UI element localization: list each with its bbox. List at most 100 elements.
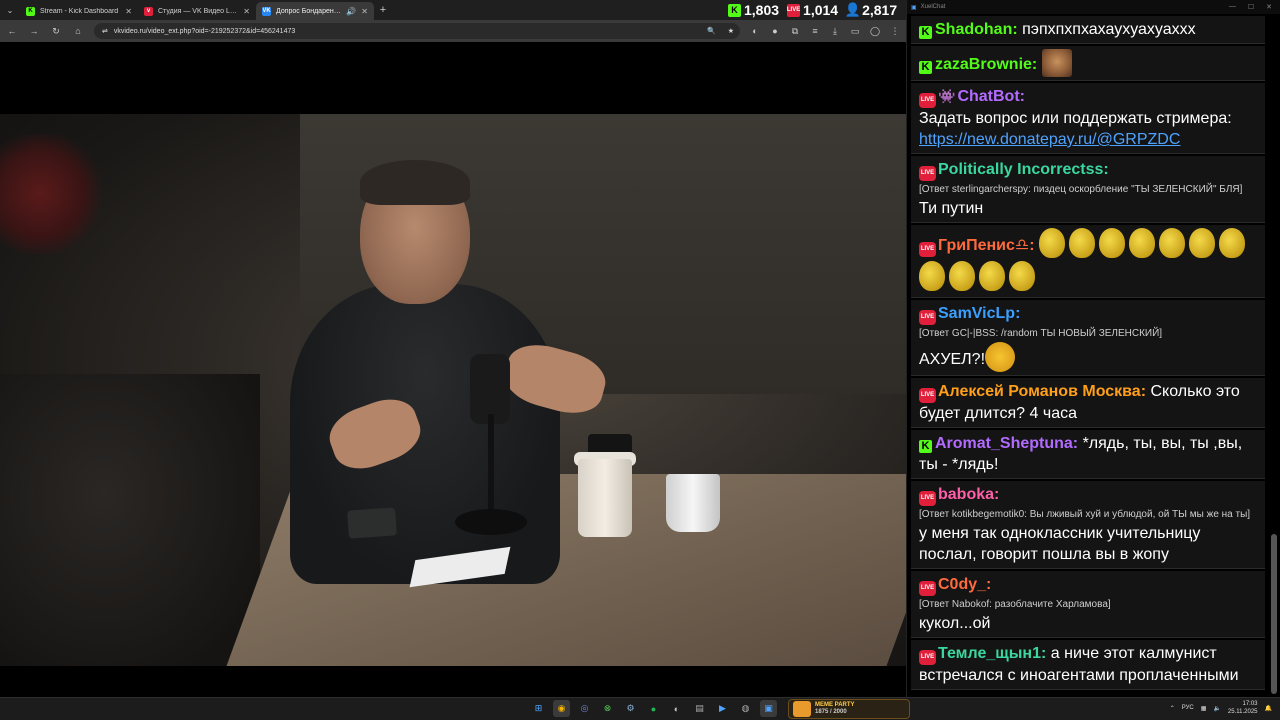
bookmark-star-icon[interactable]: ★ <box>728 27 734 35</box>
close-tab-icon[interactable]: ✕ <box>243 7 250 16</box>
chat-username[interactable]: baboka <box>938 486 994 503</box>
meme-party-widget[interactable]: MEME PARTY 1875 / 2000 <box>788 699 910 719</box>
vk-live-icon: LIVE <box>787 3 800 17</box>
app-icon[interactable]: ◍ <box>737 700 754 717</box>
chat-username[interactable]: Shadohan <box>935 21 1012 38</box>
chat-scrollbar[interactable] <box>1270 14 1278 697</box>
back-icon[interactable]: ← <box>6 26 18 36</box>
scene-mic-stand <box>488 414 494 524</box>
url-field[interactable]: ⇌ vkvideo.ru/video_ext.php?oid=-21925237… <box>94 23 740 39</box>
video-frame[interactable] <box>0 114 906 666</box>
vk-favicon-icon: VK <box>262 6 271 16</box>
extension-icon[interactable]: ◐ <box>750 26 760 36</box>
chat-text: Ти путин <box>919 200 984 217</box>
person-hair <box>360 160 470 205</box>
video-player[interactable] <box>0 42 906 697</box>
discord-icon[interactable]: ◎ <box>576 700 593 717</box>
spotify-icon[interactable]: ● <box>645 700 662 717</box>
zoom-icon[interactable]: 🔍 <box>707 27 716 35</box>
vk-live-badge-icon: LIVE <box>919 581 936 596</box>
chat-message: K Aromat_Sheptuna: *лядь, ты, вы, ты ,вы,… <box>911 430 1265 479</box>
clock-time: 17:03 <box>1242 701 1258 707</box>
vk-viewers-value: 1,014 <box>803 2 839 18</box>
language-indicator[interactable]: РУС <box>1182 705 1194 711</box>
puzzle-extensions-icon[interactable]: ⧉ <box>790 26 800 37</box>
chat-username[interactable]: Алексей Романов Москва <box>938 383 1141 400</box>
chat-username[interactable]: zazaBrownie <box>935 56 1032 73</box>
chat-messages[interactable]: K Shadohan: пэпхпхпхахаухуахуахxx KzazaBr… <box>907 14 1269 697</box>
scene-person <box>290 160 612 584</box>
close-tab-icon[interactable]: ✕ <box>361 7 368 16</box>
vk-live-badge-icon: LIVE <box>919 242 936 257</box>
kick-badge-icon: K <box>919 440 932 453</box>
meme-party-progress: 1875 / 2000 <box>815 709 847 715</box>
chat-message: LIVE SamVicLp: [Ответ GC|-|BSS: /random Т… <box>911 300 1265 376</box>
tab-search-icon[interactable]: ⌄ <box>0 0 20 20</box>
donate-link[interactable]: https://new.donatepay.ru/@GRPZDC <box>919 131 1180 148</box>
reload-icon[interactable]: ↻ <box>50 26 62 37</box>
adblock-icon[interactable]: ● <box>770 26 780 36</box>
network-icon[interactable]: ▦ <box>1201 705 1207 712</box>
obs-icon[interactable]: ◐ <box>668 700 685 717</box>
new-tab-button[interactable]: + <box>374 4 392 16</box>
close-icon[interactable]: ✕ <box>1266 3 1272 11</box>
tab-kick-dashboard[interactable]: K Stream - Kick Dashboard ✕ <box>20 2 138 20</box>
maximize-icon[interactable]: ☐ <box>1248 3 1254 11</box>
chat-app-icon: ▣ <box>911 4 917 11</box>
emote-egg-icon <box>1099 228 1125 258</box>
reply-quote: [Ответ GC|-|BSS: /random ТЫ НОВЫЙ ЗЕЛЕНС… <box>919 328 1163 339</box>
chat-message: K Shadohan: пэпхпхпхахаухуахуахxx <box>911 16 1265 44</box>
close-tab-icon[interactable]: ✕ <box>125 7 132 16</box>
chat-titlebar: ▣ XuelChat — ☐ ✕ <box>907 0 1280 14</box>
emote-egg-icon <box>1069 228 1095 258</box>
chat-username[interactable]: C0dy_ <box>938 576 986 593</box>
chat-scrollbar-thumb[interactable] <box>1271 534 1277 694</box>
app-icon[interactable]: ▤ <box>691 700 708 717</box>
chat-app-taskbar-icon[interactable]: ▣ <box>760 700 777 717</box>
kick-viewer-count: K 1,803 <box>728 2 779 18</box>
chat-message: LIVE Алексей Романов Москва: Сколько это … <box>911 378 1265 428</box>
taskbar: ⊞ ◉ ◎ ⊗ ⚙ ● ◐ ▤ ▶ ◍ ▣ MEME PARTY 1875 / … <box>0 697 1280 720</box>
minimize-icon[interactable]: — <box>1229 3 1236 11</box>
tab-vk-video[interactable]: VK Допрос Бондаренко нарк 🔊 ✕ <box>256 2 374 20</box>
chat-username[interactable]: ChatBot <box>957 88 1019 105</box>
clock[interactable]: 17:03 25.11.2025 <box>1228 700 1258 716</box>
emote-egg-icon <box>1219 228 1245 258</box>
system-tray: ⌃ РУС ▦ 🔈 17:03 25.11.2025 🔔 <box>1170 700 1272 716</box>
vk-live-badge-icon: LIVE <box>919 310 936 325</box>
start-icon[interactable]: ⊞ <box>530 700 547 717</box>
sidepanel-icon[interactable]: ▭ <box>850 26 860 37</box>
forward-icon[interactable]: → <box>28 26 40 36</box>
chat-username[interactable]: SamVicLp <box>938 305 1015 322</box>
chat-username[interactable]: Темле_щын1 <box>938 645 1041 662</box>
reply-quote: [Ответ sterlingarchersру: пиздец оскорбл… <box>919 184 1243 195</box>
home-icon[interactable]: ⌂ <box>72 26 84 36</box>
kick-icon: K <box>728 3 741 17</box>
media-player-icon[interactable]: ▶ <box>714 700 731 717</box>
chat-username[interactable]: Politically Incorrectss <box>938 161 1103 178</box>
emote-egg-icon <box>1129 228 1155 258</box>
bot-badge-icon: 👾 <box>938 88 956 104</box>
chat-username[interactable]: Aromat_Sheptuna <box>935 435 1073 452</box>
kick-favicon-icon: K <box>26 6 35 16</box>
volume-icon[interactable]: 🔈 <box>1213 705 1220 712</box>
steam-icon[interactable]: ⚙ <box>622 700 639 717</box>
profile-icon[interactable]: ◯ <box>870 26 880 37</box>
xbox-icon[interactable]: ⊗ <box>599 700 616 717</box>
download-icon[interactable]: ⤓ <box>830 26 840 37</box>
media-icon[interactable]: ≡ <box>810 26 820 36</box>
reply-quote: [Ответ Nabokof: разоблачите Харламова] <box>919 599 1111 610</box>
vk-live-badge-icon: LIVE <box>919 650 936 665</box>
chat-window-title: XuelChat <box>920 4 946 10</box>
notification-bell-icon[interactable]: 🔔 <box>1265 705 1272 712</box>
emote-egg-icon <box>1159 228 1185 258</box>
menu-icon[interactable]: ⋮ <box>890 26 900 37</box>
kick-viewers-value: 1,803 <box>744 2 780 18</box>
site-info-icon[interactable]: ⇌ <box>102 27 108 35</box>
speaker-icon[interactable]: 🔊 <box>346 7 356 16</box>
tab-vk-studio[interactable]: v Студия — VK Видео Live ✕ <box>138 2 256 20</box>
kick-badge-icon: K <box>919 61 932 74</box>
tray-chevron-icon[interactable]: ⌃ <box>1170 705 1175 712</box>
chrome-icon[interactable]: ◉ <box>553 700 570 717</box>
chat-username[interactable]: ГриПенис♎ <box>938 237 1029 254</box>
